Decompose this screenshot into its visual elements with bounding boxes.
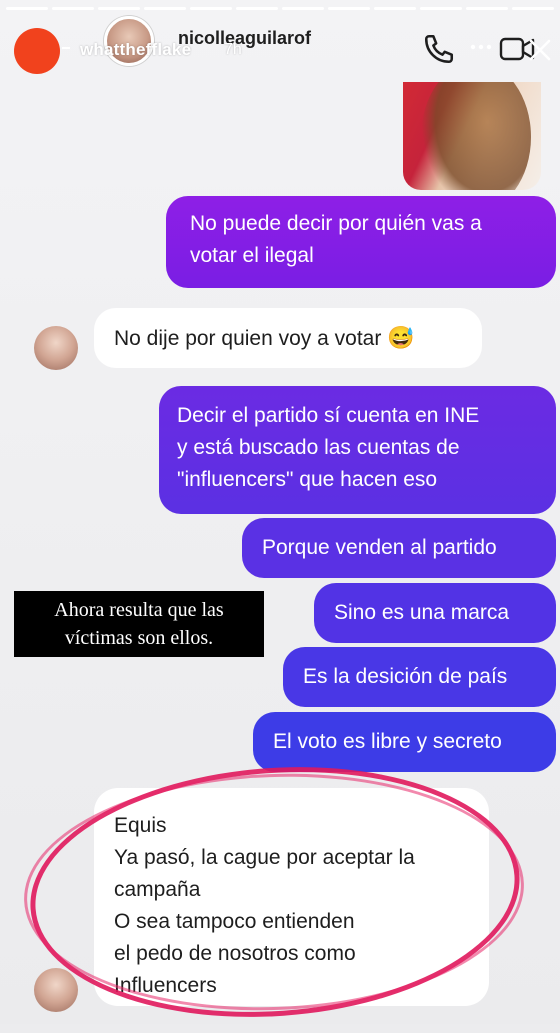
message-text: Decir el partido sí cuenta en INE xyxy=(177,404,480,427)
progress-segment xyxy=(236,7,278,10)
contact-message-avatar[interactable] xyxy=(34,968,78,1012)
progress-segment xyxy=(52,7,94,10)
message-bubble-outgoing: Sino es una marca xyxy=(314,583,556,643)
message-text: No puede decir por quién vas a xyxy=(190,212,482,235)
message-bubble-outgoing: Porque venden al partido xyxy=(242,518,556,578)
more-dots-icon[interactable] xyxy=(470,44,492,50)
message-bubble-outgoing: No puede decir por quién vas a votar el … xyxy=(166,196,556,288)
sweat-smile-emoji-icon: 😅 xyxy=(387,325,415,350)
divider xyxy=(62,47,70,49)
message-text: "influencers" que hacen eso xyxy=(177,468,438,491)
story-author-avatar[interactable] xyxy=(14,28,60,74)
message-text: y está buscado las cuentas de xyxy=(177,436,460,459)
progress-segment xyxy=(420,7,462,10)
story-progress-bar xyxy=(6,7,554,10)
close-icon[interactable] xyxy=(526,36,554,64)
contact-username[interactable]: nicolleaguilarof xyxy=(178,28,311,49)
progress-segment xyxy=(144,7,186,10)
message-text: Porque venden al partido xyxy=(262,536,497,559)
progress-segment xyxy=(6,7,48,10)
phone-icon[interactable] xyxy=(422,32,456,66)
story-author-username[interactable]: whatthefflake xyxy=(80,40,191,60)
message-text: Es la desición de país xyxy=(303,665,508,688)
message-text: Sino es una marca xyxy=(334,601,510,624)
caption-line: víctimas son ellos. xyxy=(64,627,214,649)
message-text: El voto es libre y secreto xyxy=(273,730,502,753)
story-timestamp: 7h xyxy=(224,41,242,58)
message-text: No dije por quien voy a votar xyxy=(114,327,382,350)
message-bubble-outgoing: Es la desición de país xyxy=(283,647,556,707)
shared-photo-thumbnail[interactable] xyxy=(403,82,541,190)
story-caption: Ahora resulta que las víctimas son ellos… xyxy=(14,591,264,657)
progress-segment xyxy=(98,7,140,10)
message-bubble-outgoing: El voto es libre y secreto xyxy=(253,712,556,772)
progress-segment xyxy=(512,7,554,10)
contact-message-avatar[interactable] xyxy=(34,326,78,370)
progress-segment xyxy=(328,7,370,10)
caption-line: Ahora resulta que las xyxy=(54,599,224,621)
message-text: votar el ilegal xyxy=(190,244,314,267)
chat-header: nicolleaguilarof whatthefflake 7h xyxy=(0,14,560,74)
progress-segment xyxy=(374,7,416,10)
progress-segment xyxy=(466,7,508,10)
message-bubble-outgoing: Decir el partido sí cuenta en INE y está… xyxy=(159,386,556,514)
progress-segment xyxy=(190,7,232,10)
progress-segment xyxy=(282,7,324,10)
message-bubble-incoming: No dije por quien voy a votar 😅 xyxy=(94,308,482,368)
